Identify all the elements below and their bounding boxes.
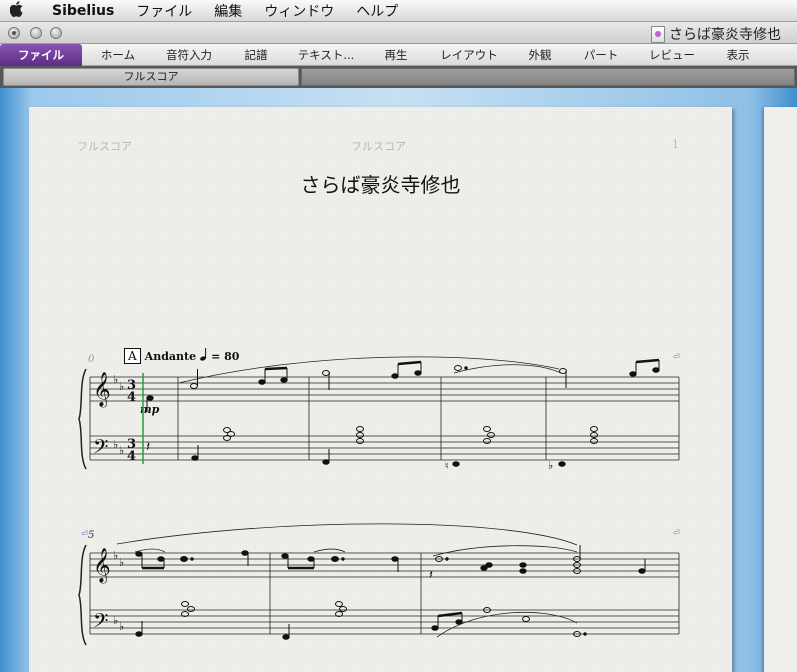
svg-text:4: 4: [127, 449, 136, 464]
system-break-icon: ⏎: [81, 529, 88, 538]
menu-bar: Sibelius ファイル 編集 ウィンドウ ヘルプ: [0, 0, 797, 22]
svg-text:♭: ♭: [113, 614, 118, 627]
score-tab-bar: フルスコア: [0, 66, 797, 88]
tab-review[interactable]: レビュー: [632, 44, 712, 66]
system-break-icon: ⏎: [673, 528, 680, 537]
zoom-window-button[interactable]: [50, 27, 62, 39]
next-score-page[interactable]: [764, 107, 797, 672]
menu-window[interactable]: ウィンドウ: [253, 1, 345, 21]
svg-text:♮: ♮: [445, 461, 449, 472]
tab-notations[interactable]: 記譜: [224, 44, 288, 66]
menu-file[interactable]: ファイル: [125, 1, 203, 21]
tab-play[interactable]: 再生: [364, 44, 428, 66]
svg-text:𝄢: 𝄢: [93, 609, 108, 637]
svg-text:♭: ♭: [119, 380, 124, 393]
tab-appearance[interactable]: 外観: [510, 44, 570, 66]
window-title-bar: さらば豪炎寺修也: [0, 22, 797, 44]
menu-edit[interactable]: 編集: [203, 1, 253, 21]
svg-text:♭: ♭: [113, 549, 118, 562]
tab-view[interactable]: 表示: [712, 44, 764, 66]
bass-clef-icon: 𝄢: [93, 435, 108, 463]
svg-text:♭: ♭: [113, 438, 118, 451]
svg-text:♭: ♭: [113, 373, 118, 386]
score-tab-filler: [301, 68, 795, 86]
svg-text:𝄽: 𝄽: [429, 568, 433, 583]
tab-note-input[interactable]: 音符入力: [154, 44, 224, 66]
svg-text:𝄽: 𝄽: [146, 439, 150, 455]
apple-menu-icon[interactable]: [0, 0, 34, 21]
svg-text:♭: ♭: [119, 556, 124, 569]
minimize-window-button[interactable]: [30, 27, 42, 39]
svg-text:♭: ♭: [119, 620, 124, 633]
tab-text[interactable]: テキスト...: [288, 44, 364, 66]
treble-clef-icon: 𝄞: [93, 372, 111, 408]
system-break-icon: ⏎: [673, 352, 680, 361]
menu-sibelius[interactable]: Sibelius: [34, 3, 125, 19]
score-workspace[interactable]: フルスコア フルスコア 1 さらば豪炎寺修也 0 5 A Andante = 8…: [0, 88, 797, 672]
svg-text:♭: ♭: [119, 444, 124, 457]
ribbon-tab-bar: ファイル ホーム 音符入力 記譜 テキスト... 再生 レイアウト 外観 パート…: [0, 44, 797, 66]
tab-parts[interactable]: パート: [570, 44, 632, 66]
document-icon: [651, 25, 665, 43]
tab-file[interactable]: ファイル: [0, 44, 82, 66]
svg-text:𝄞: 𝄞: [93, 548, 111, 584]
tab-home[interactable]: ホーム: [82, 44, 154, 66]
music-notation[interactable]: 𝄞 𝄢 𝄞 𝄢 ♭♭ ♭ ♭ ♭♭ ♭ ♭ 3 4 3 4 𝄽 ♮ ♭ 𝄽 ⏎ …: [29, 107, 732, 672]
close-window-button[interactable]: [8, 27, 20, 39]
window-title: さらば豪炎寺修也: [651, 24, 781, 44]
svg-text:♭: ♭: [548, 459, 553, 472]
tab-full-score[interactable]: フルスコア: [3, 68, 299, 86]
svg-text:4: 4: [127, 390, 136, 405]
window-title-text: さらば豪炎寺修也: [669, 27, 781, 43]
score-page[interactable]: フルスコア フルスコア 1 さらば豪炎寺修也 0 5 A Andante = 8…: [29, 107, 732, 672]
menu-help[interactable]: ヘルプ: [345, 1, 409, 21]
tab-layout[interactable]: レイアウト: [428, 44, 510, 66]
